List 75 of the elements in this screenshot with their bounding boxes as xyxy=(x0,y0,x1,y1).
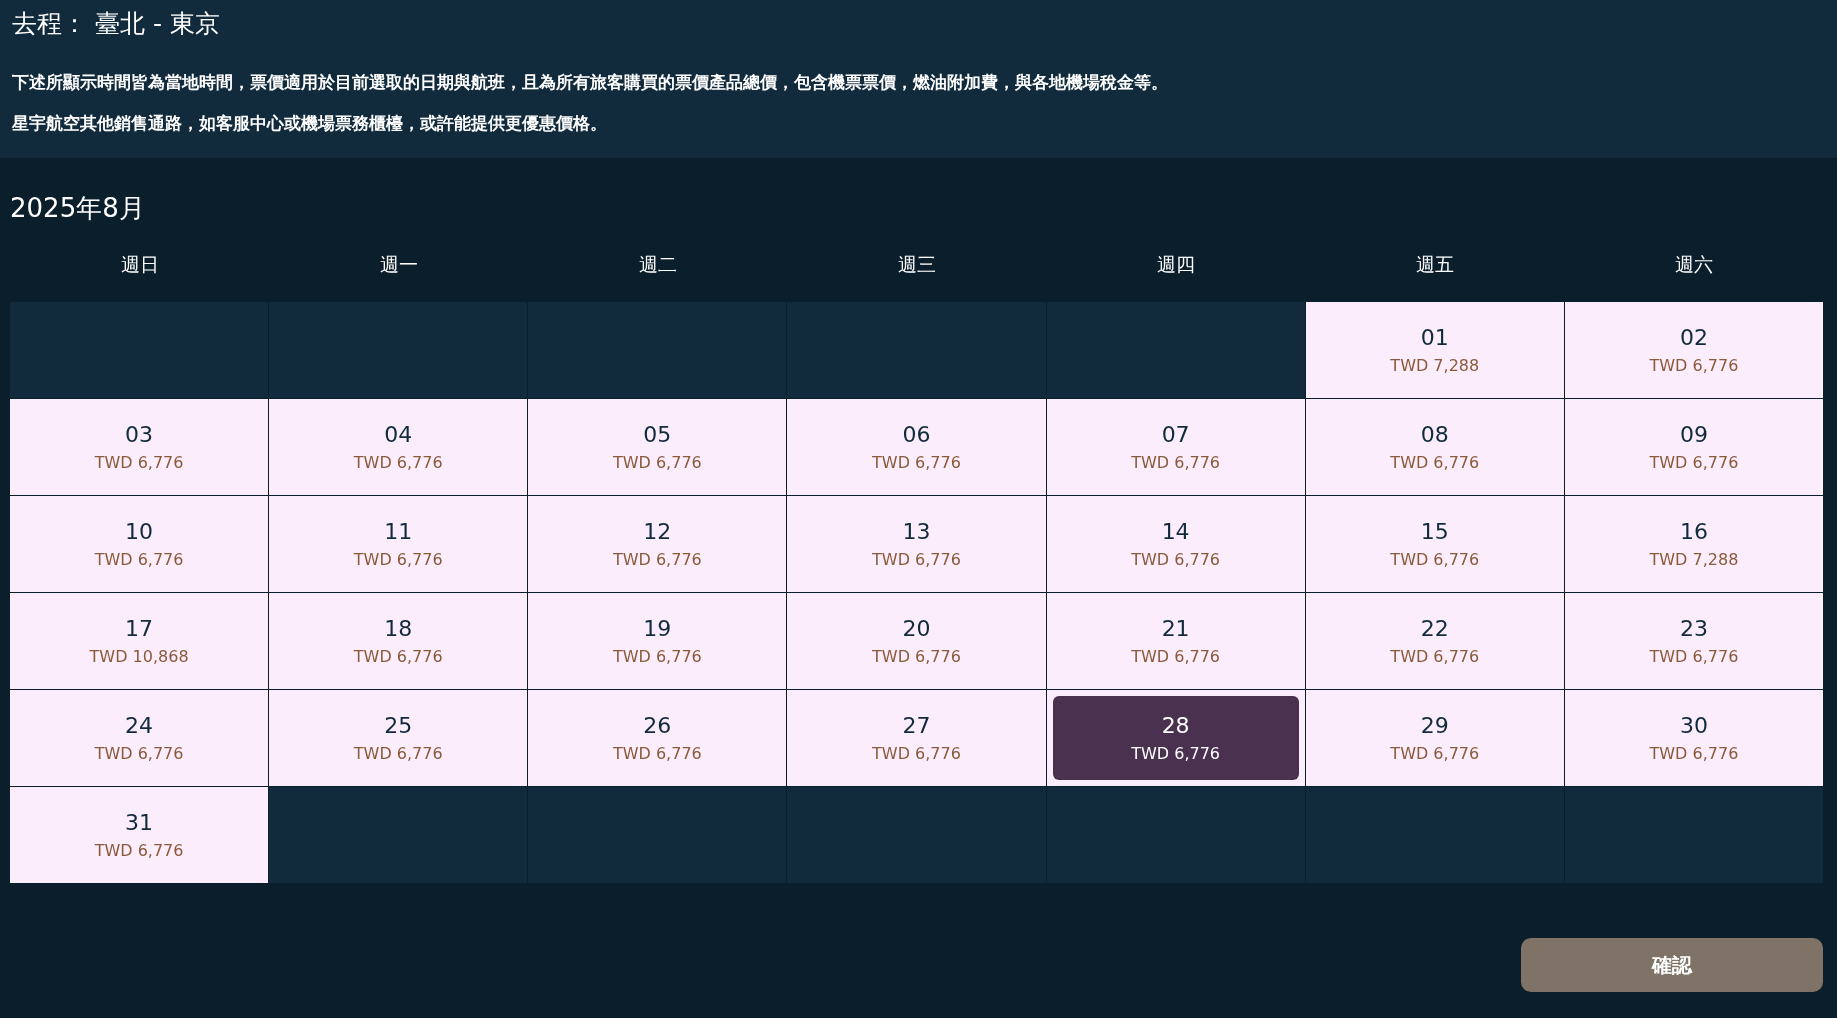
fare-price: TWD 6,776 xyxy=(872,453,961,472)
fare-price: TWD 6,776 xyxy=(1649,453,1739,472)
day-number: 15 xyxy=(1420,519,1449,544)
fare-price: TWD 6,776 xyxy=(612,550,702,569)
fare-price: TWD 6,776 xyxy=(612,453,702,472)
fare-price: TWD 6,776 xyxy=(1131,647,1221,666)
day-number: 17 xyxy=(125,616,154,641)
day-number: 29 xyxy=(1420,713,1449,738)
day-number: 18 xyxy=(384,616,413,641)
day-number: 14 xyxy=(1161,519,1190,544)
day-number: 06 xyxy=(902,422,931,447)
fare-price: TWD 6,776 xyxy=(353,744,443,763)
day-number: 22 xyxy=(1420,616,1449,641)
day-number: 21 xyxy=(1161,616,1190,641)
fare-price: TWD 6,776 xyxy=(872,647,961,666)
day-number: 02 xyxy=(1679,325,1708,350)
day-number: 05 xyxy=(643,422,672,447)
fare-price: TWD 6,776 xyxy=(612,744,702,763)
fare-price: TWD 6,776 xyxy=(1131,550,1221,569)
weekday-header: 週三 xyxy=(897,252,936,277)
day-number: 16 xyxy=(1679,519,1708,544)
fare-price: TWD 6,776 xyxy=(94,453,184,472)
month-title: 2025年8月 xyxy=(10,192,146,225)
day-number: 25 xyxy=(384,713,413,738)
fare-price: TWD 6,776 xyxy=(1131,744,1221,763)
weekday-header: 週一 xyxy=(379,252,418,277)
day-number: 13 xyxy=(902,519,931,544)
weekday-header: 週日 xyxy=(120,252,159,277)
fare-price: TWD 6,776 xyxy=(94,550,184,569)
day-number: 20 xyxy=(902,616,931,641)
fare-price: TWD 10,868 xyxy=(89,647,189,666)
day-number: 11 xyxy=(384,519,413,544)
day-number: 04 xyxy=(384,422,413,447)
day-number: 19 xyxy=(643,616,672,641)
weekday-header: 週六 xyxy=(1674,252,1713,277)
info-note: 星宇航空其他銷售通路，如客服中心或機場票務櫃檯，或許能提供更優惠價格。 xyxy=(12,113,608,135)
confirm-button[interactable]: 確認 xyxy=(1521,938,1823,992)
day-number: 26 xyxy=(643,713,672,738)
day-number: 30 xyxy=(1679,713,1708,738)
day-number: 31 xyxy=(125,810,154,835)
fare-price: TWD 6,776 xyxy=(1649,356,1739,375)
weekday-header: 週五 xyxy=(1415,252,1454,277)
day-number: 07 xyxy=(1161,422,1190,447)
fare-price: TWD 6,776 xyxy=(94,841,184,860)
fare-price: TWD 6,776 xyxy=(353,453,443,472)
fare-price: TWD 6,776 xyxy=(872,550,961,569)
day-number: 10 xyxy=(125,519,154,544)
fare-price: TWD 6,776 xyxy=(872,744,961,763)
fare-price: TWD 6,776 xyxy=(353,647,443,666)
fare-price: TWD 6,776 xyxy=(612,647,702,666)
fare-price: TWD 6,776 xyxy=(1390,647,1480,666)
day-number: 09 xyxy=(1679,422,1708,447)
date-cell[interactable]: 28 TWD 6,776 xyxy=(1052,696,1299,780)
day-number: 27 xyxy=(902,713,931,738)
fare-price: TWD 7,288 xyxy=(1390,356,1480,375)
day-number: 08 xyxy=(1420,422,1449,447)
day-number: 01 xyxy=(1420,325,1449,350)
day-number: 24 xyxy=(125,713,154,738)
fare-price: TWD 6,776 xyxy=(1390,744,1480,763)
day-number: 23 xyxy=(1679,616,1708,641)
weekday-header: 週二 xyxy=(638,252,677,277)
fare-price: TWD 6,776 xyxy=(1649,744,1739,763)
day-number: 03 xyxy=(125,422,154,447)
fare-price: TWD 6,776 xyxy=(1390,550,1480,569)
page-title: 去程： 臺北 - 東京 xyxy=(12,8,221,40)
fare-price: TWD 6,776 xyxy=(1131,453,1221,472)
day-number: 12 xyxy=(643,519,672,544)
fare-price: TWD 6,776 xyxy=(353,550,443,569)
info-note: 下述所顯示時間皆為當地時間，票價適用於目前選取的日期與航班，且為所有旅客購買的票價產品總價，包含機票票價，燃油附加費，與各地機場稅金等。 xyxy=(12,72,1169,94)
fare-price: TWD 6,776 xyxy=(1390,453,1480,472)
fare-price: TWD 6,776 xyxy=(94,744,184,763)
day-number: 28 xyxy=(1161,713,1190,738)
weekday-header: 週四 xyxy=(1156,252,1195,277)
fare-price: TWD 7,288 xyxy=(1649,550,1739,569)
fare-price: TWD 6,776 xyxy=(1649,647,1739,666)
